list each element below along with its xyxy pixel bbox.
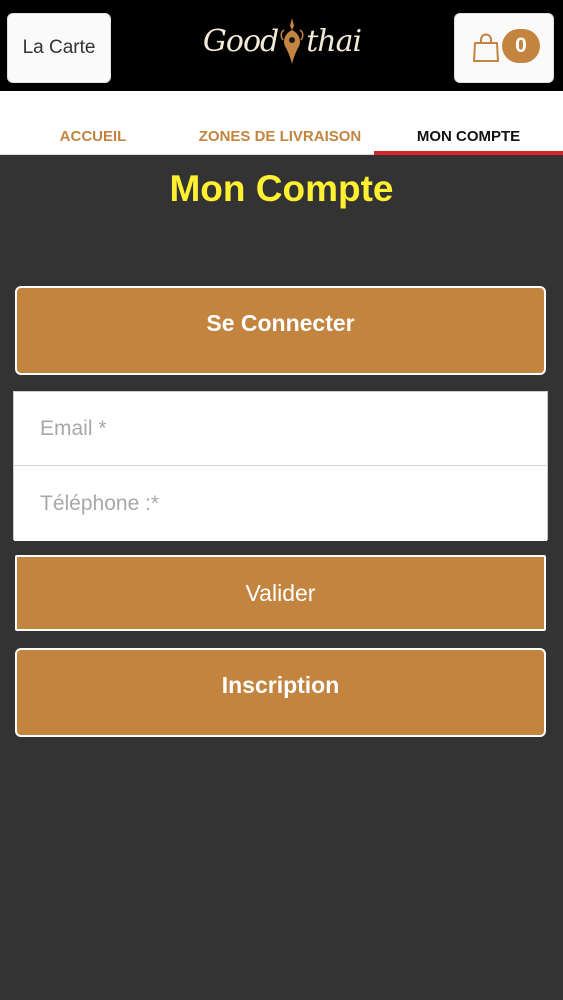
valider-button[interactable]: Valider	[15, 555, 546, 631]
logo-text-right: thai	[306, 23, 362, 59]
thai-emblem-icon	[280, 18, 304, 64]
phone-field[interactable]	[14, 467, 547, 541]
email-field[interactable]	[14, 392, 547, 466]
active-tab-indicator	[374, 151, 563, 155]
logo-text-left: Good	[202, 23, 279, 59]
tab-zones-de-livraison[interactable]: ZONES DE LIVRAISON	[186, 91, 374, 155]
login-form	[13, 391, 548, 541]
top-bar: La Carte Good thai 0	[0, 0, 563, 91]
logo[interactable]: Good thai	[203, 8, 362, 74]
shopping-bag-icon	[473, 33, 499, 62]
inscription-button[interactable]: Inscription	[15, 648, 546, 737]
tab-accueil[interactable]: ACCUEIL	[0, 91, 186, 155]
tab-mon-compte[interactable]: MON COMPTE	[374, 91, 563, 155]
main-nav: ACCUEIL ZONES DE LIVRAISON MON COMPTE	[0, 91, 563, 155]
cart-button[interactable]: 0	[454, 13, 554, 83]
se-connecter-button[interactable]: Se Connecter	[15, 286, 546, 375]
cart-count-badge: 0	[502, 29, 540, 63]
page-title: Mon Compte	[169, 168, 394, 209]
la-carte-button[interactable]: La Carte	[7, 13, 111, 83]
